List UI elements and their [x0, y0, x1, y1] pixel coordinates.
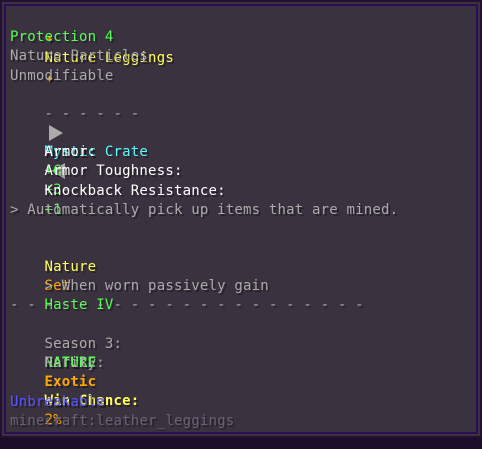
crate-line: - - - - - - Mystic Crate - - - - - -	[10, 86, 148, 198]
rarity-label: Rarity:	[44, 355, 105, 371]
win-chance-line: Win Chance: 2%	[10, 373, 140, 428]
enchantment: Protection 4	[10, 29, 114, 45]
set-title: Nature Set	[10, 239, 97, 294]
set-bonus: > When worn passively gain Haste IV	[10, 258, 269, 313]
stat-armor-toughness: Armor Toughness: +3	[10, 143, 183, 198]
particles-line: Nature Particles	[10, 48, 149, 64]
divider: - - - - - - - - - - - - - - - - - - - - …	[10, 297, 364, 313]
set-bonus-text: > When worn passively gain	[44, 278, 269, 294]
item-id: minecraft:leather_leggings	[10, 413, 235, 429]
stat-label: Knockback Resistance:	[44, 183, 226, 199]
rarity-line: Rarity: Exotic	[10, 335, 105, 390]
item-title: ✦ Nature Leggings ✦	[10, 9, 174, 87]
stat-knockback: Knockback Resistance: +1	[10, 163, 226, 218]
unbreakable-line: Unbreakable	[10, 394, 105, 410]
crate-dashes-left: - - - - - -	[44, 106, 140, 122]
season-line: Season 3: NATURE	[10, 316, 122, 371]
ability-line: > Automatically pick up items that are m…	[10, 202, 399, 218]
unmodifiable-line: Unmodifiable	[10, 68, 114, 84]
item-tooltip: ✦ Nature Leggings ✦ Protection 4 Nature …	[0, 0, 482, 439]
stat-armor: Armor: +6	[10, 124, 97, 179]
